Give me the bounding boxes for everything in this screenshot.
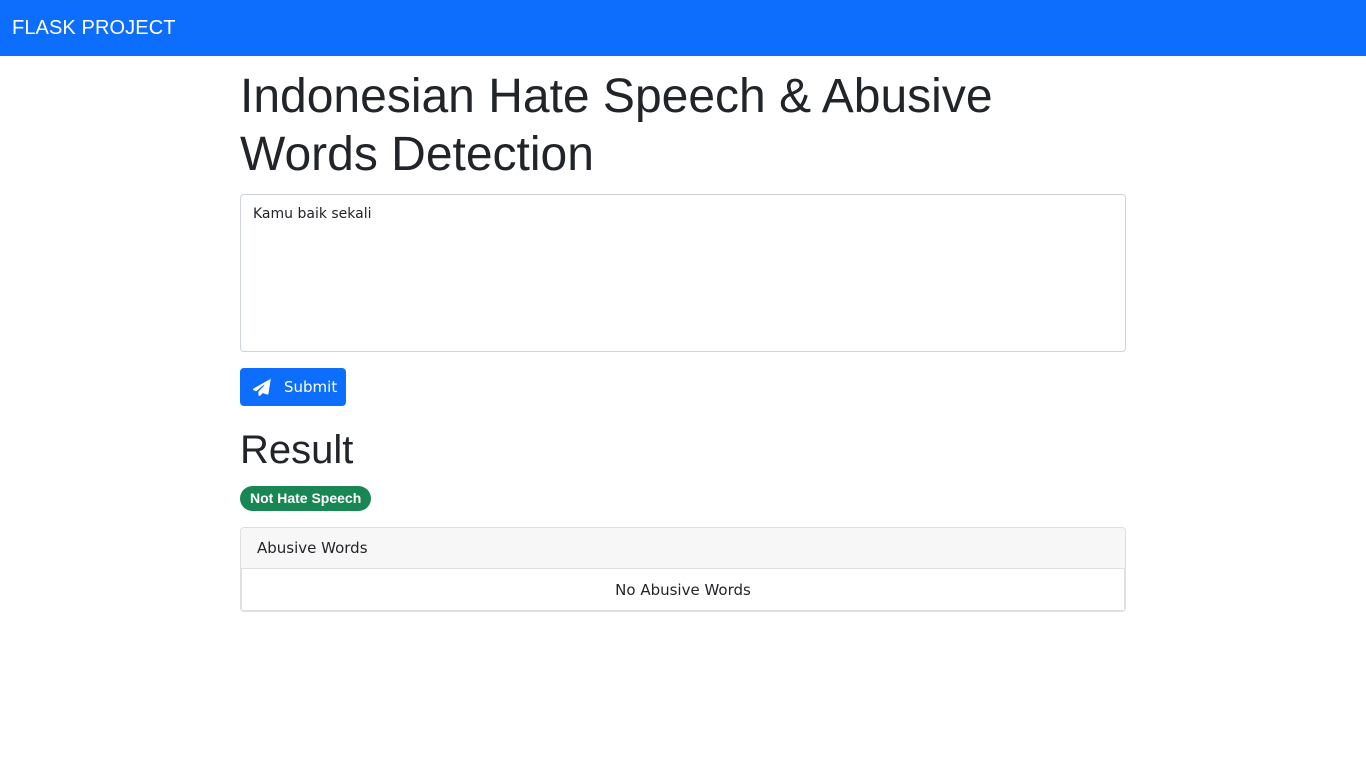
submit-button[interactable]: Submit: [240, 368, 346, 406]
navbar: FLASK PROJECT: [0, 0, 1366, 56]
paper-plane-icon: [253, 378, 271, 396]
submit-label: Submit: [284, 378, 338, 396]
abusive-words-list-item: No Abusive Words: [241, 569, 1125, 611]
abusive-words-card: Abusive Words No Abusive Words: [240, 527, 1126, 612]
result-badge: Not Hate Speech: [240, 486, 372, 511]
abusive-words-card-header: Abusive Words: [241, 528, 1125, 569]
page-title: Indonesian Hate Speech & Abusive Words D…: [240, 70, 993, 181]
navbar-brand[interactable]: FLASK PROJECT: [12, 17, 176, 40]
result-heading: Result: [240, 428, 354, 472]
text-input[interactable]: Kamu baik sekali: [240, 194, 1126, 352]
main-container: Indonesian Hate Speech & Abusive Words D…: [240, 56, 1126, 612]
